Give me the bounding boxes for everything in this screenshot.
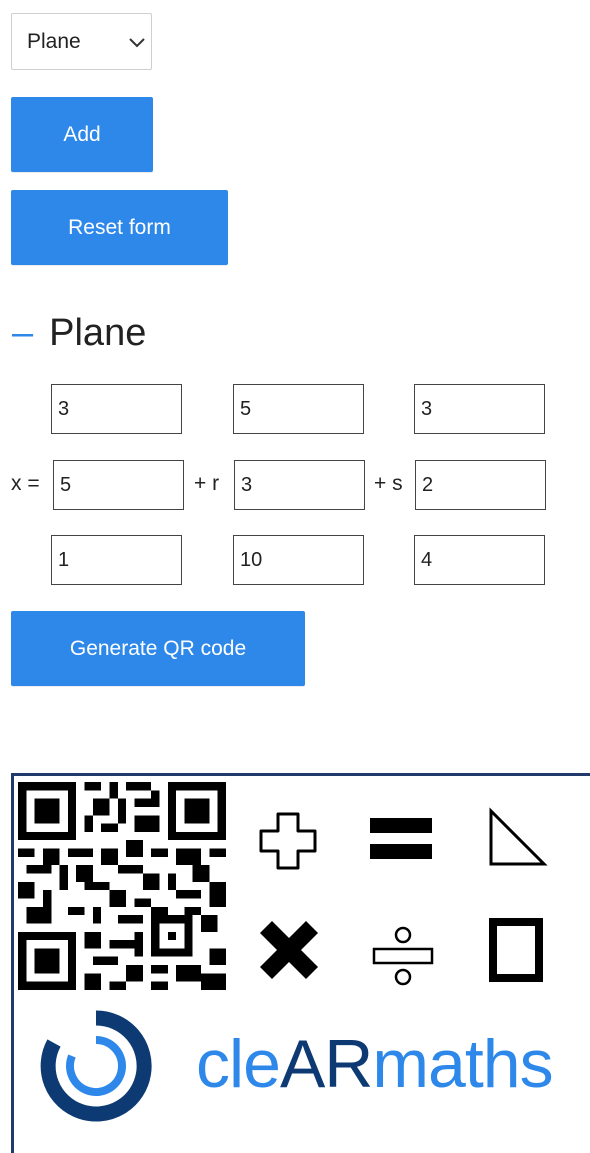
point-x-field[interactable] bbox=[51, 384, 182, 434]
r-vector-y-field[interactable] bbox=[234, 460, 365, 510]
clearmaths-logo-text: cleARmaths bbox=[196, 1026, 554, 1102]
shape-type-select[interactable]: Plane bbox=[11, 13, 152, 70]
s-parameter-label: + s bbox=[374, 472, 403, 495]
reset-form-button[interactable]: Reset form bbox=[11, 190, 228, 265]
divide-icon bbox=[372, 926, 434, 986]
collapse-icon[interactable]: – bbox=[12, 314, 33, 352]
equals-icon bbox=[370, 818, 432, 859]
multiply-icon bbox=[260, 921, 318, 979]
plus-outline-icon bbox=[259, 812, 317, 870]
point-z-field[interactable] bbox=[51, 535, 182, 585]
qr-code-image bbox=[18, 782, 226, 990]
generate-qr-button[interactable]: Generate QR code bbox=[11, 611, 305, 686]
r-vector-x-field[interactable] bbox=[233, 384, 364, 434]
rectangle-icon bbox=[489, 918, 543, 982]
s-vector-z-field[interactable] bbox=[414, 535, 545, 585]
section-title: Plane bbox=[49, 312, 147, 354]
r-vector-z-field[interactable] bbox=[233, 535, 364, 585]
s-vector-x-field[interactable] bbox=[414, 384, 545, 434]
add-button[interactable]: Add bbox=[11, 97, 153, 172]
r-parameter-label: + r bbox=[194, 472, 220, 495]
select-value: Plane bbox=[27, 30, 81, 53]
point-y-field[interactable] bbox=[53, 460, 184, 510]
section-header[interactable]: – Plane bbox=[12, 306, 146, 360]
s-vector-y-field[interactable] bbox=[415, 460, 546, 510]
clearmaths-logo-icon bbox=[40, 1010, 152, 1122]
equation-prefix-label: x = bbox=[11, 472, 40, 495]
chevron-down-icon bbox=[129, 38, 145, 48]
triangle-icon bbox=[489, 807, 548, 866]
